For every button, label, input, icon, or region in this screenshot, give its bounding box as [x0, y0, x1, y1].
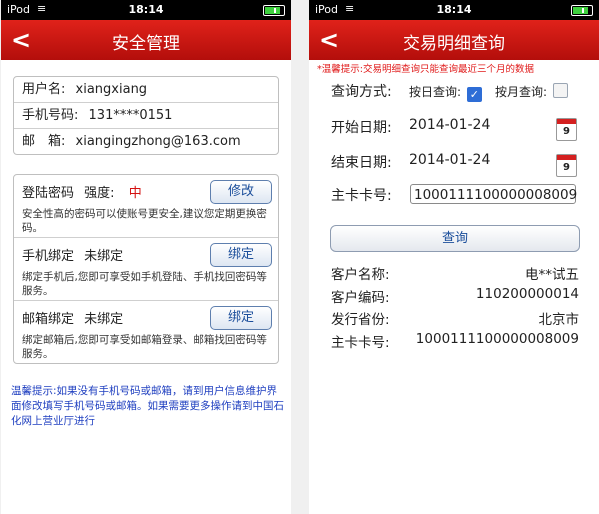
by-month-option: 按月查询:: [495, 83, 568, 100]
strength-label: 强度:: [84, 186, 115, 201]
province-value: 北京市: [538, 312, 580, 328]
page-title: 安全管理: [112, 34, 180, 54]
password-label: 登陆密码: [22, 186, 75, 201]
page-title: 交易明细查询: [403, 34, 505, 54]
customer-name-value: 电**试五: [525, 267, 579, 283]
email-label: 邮 箱:: [22, 134, 66, 149]
phone-value: 131****0151: [88, 108, 173, 123]
query-button[interactable]: 查询: [330, 225, 580, 252]
start-date-label: 开始日期:: [331, 120, 392, 136]
phone-bind-status: 未绑定: [84, 249, 124, 264]
email-bind-status: 未绑定: [84, 312, 124, 327]
account-info-card: 用户名: xiangxiang 手机号码: 131****0151 邮 箱: x…: [13, 76, 279, 155]
password-description: 安全性高的密码可以使账号更安全,建议您定期更换密码。: [22, 208, 267, 234]
start-calendar-icon[interactable]: 9: [556, 118, 577, 141]
card-number-input[interactable]: 1000111100000008009: [410, 184, 577, 204]
phone-bind-description: 绑定手机后,您即可享受如手机登陆、手机找回密码等服务。: [22, 271, 267, 297]
strength-value: 中: [128, 186, 142, 201]
password-section: 登陆密码 强度: 中 修改 安全性高的密码可以使账号更安全,建议您定期更换密码。: [14, 175, 278, 238]
username-value: xiangxiang: [75, 82, 148, 97]
status-bar: iPod ≡ 18:14: [309, 0, 599, 20]
username-row: 用户名: xiangxiang: [14, 77, 278, 103]
security-management-screen: iPod ≡ 18:14 < 安全管理 用户名: xiangxiang 手机号码…: [1, 0, 291, 514]
customer-name-label: 客户名称:: [331, 267, 390, 283]
main-card-value: 1000111100000008009: [415, 331, 579, 347]
start-date-value[interactable]: 2014-01-24: [409, 117, 490, 133]
nav-bar: < 交易明细查询: [309, 20, 599, 60]
nav-bar: < 安全管理: [1, 20, 291, 60]
by-day-option: 按日查询: ✓: [409, 83, 482, 102]
battery-icon: [263, 5, 285, 16]
email-value: xiangingzhong@163.com: [75, 134, 241, 149]
end-date-label: 结束日期:: [331, 155, 392, 171]
email-bind-section: 邮箱绑定 未绑定 绑定 绑定邮箱后,您即可享受如邮箱登录、邮箱找回密码等服务。: [14, 301, 278, 363]
query-mode-label: 查询方式:: [331, 84, 392, 100]
end-calendar-icon[interactable]: 9: [556, 154, 577, 177]
clock: 18:14: [436, 3, 472, 16]
email-bind-label: 邮箱绑定: [22, 312, 75, 327]
status-bar: iPod ≡ 18:14: [1, 0, 291, 20]
email-row: 邮 箱: xiangingzhong@163.com: [14, 129, 278, 154]
customer-code-value: 110200000014: [475, 286, 579, 302]
clock: 18:14: [128, 3, 164, 16]
phone-bind-section: 手机绑定 未绑定 绑定 绑定手机后,您即可享受如手机登陆、手机找回密码等服务。: [14, 238, 278, 301]
phone-bind-label: 手机绑定: [22, 249, 75, 264]
by-day-label: 按日查询:: [409, 85, 462, 99]
tip-text: 温馨提示:如果没有手机号码或邮箱，请到用户信息维护界面修改填写手机号码或邮箱。如…: [11, 385, 284, 427]
province-label: 发行省份:: [331, 312, 390, 328]
battery-icon: [571, 5, 593, 16]
phone-label: 手机号码:: [22, 108, 79, 123]
change-password-button[interactable]: 修改: [210, 180, 272, 204]
by-day-checkbox[interactable]: ✓: [466, 87, 482, 102]
phone-row: 手机号码: 131****0151: [14, 103, 278, 129]
bind-phone-button[interactable]: 绑定: [210, 243, 272, 267]
card-number-label: 主卡卡号:: [331, 188, 392, 204]
warning-text: *温馨提示:交易明细查询只能查询最近三个月的数据: [317, 64, 534, 75]
by-month-label: 按月查询:: [495, 85, 548, 99]
by-month-checkbox[interactable]: [552, 83, 568, 98]
end-date-value[interactable]: 2014-01-24: [409, 152, 490, 168]
customer-code-label: 客户编码:: [331, 290, 390, 306]
security-settings-card: 登陆密码 强度: 中 修改 安全性高的密码可以使账号更安全,建议您定期更换密码。…: [13, 174, 279, 364]
bind-email-button[interactable]: 绑定: [210, 306, 272, 330]
transaction-query-screen: iPod ≡ 18:14 < 交易明细查询 *温馨提示:交易明细查询只能查询最近…: [309, 0, 599, 514]
username-label: 用户名:: [22, 82, 66, 97]
main-card-label: 主卡卡号:: [331, 335, 390, 351]
email-bind-description: 绑定邮箱后,您即可享受如邮箱登录、邮箱找回密码等服务。: [22, 334, 267, 360]
